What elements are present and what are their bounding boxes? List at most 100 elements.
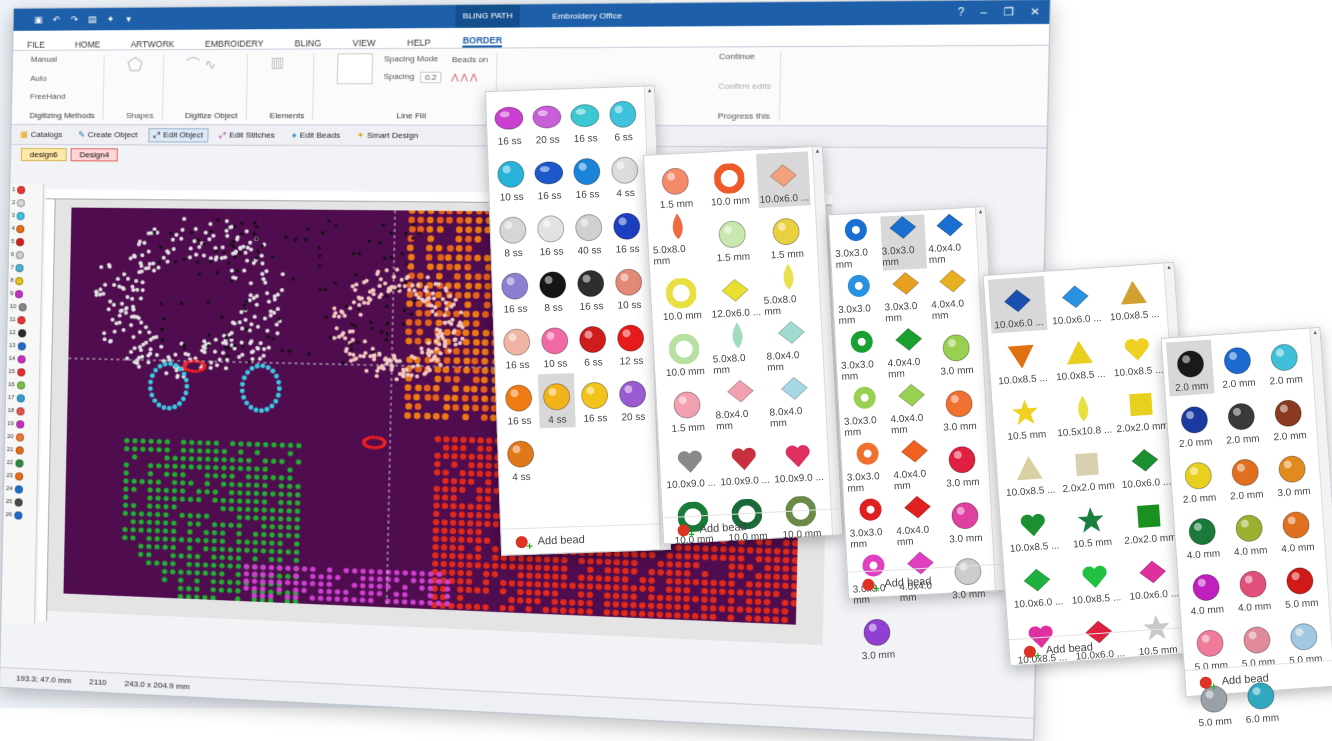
- beads-on-options[interactable]: ⋀ ⋀ ⋀: [451, 73, 487, 82]
- palette-item[interactable]: 9: [8, 287, 41, 301]
- bead-item[interactable]: 10.0x6.0 ...: [756, 151, 811, 208]
- palette-item[interactable]: 23: [4, 469, 37, 483]
- bead-item[interactable]: 3.0x3.0 mm: [879, 214, 928, 271]
- bead-item[interactable]: 10.0x8.5 ...: [1065, 551, 1125, 609]
- bead-item[interactable]: 4.0 mm: [1272, 500, 1321, 557]
- bead-item[interactable]: 4.0x4.0 mm: [892, 438, 939, 494]
- bead-item[interactable]: 3.0x3.0 mm: [845, 440, 892, 496]
- tab-help[interactable]: HELP: [407, 37, 431, 47]
- spacing-input[interactable]: 0.2: [420, 71, 441, 84]
- bead-item[interactable]: 10.0x9.0 ...: [771, 431, 826, 488]
- create-object-button[interactable]: ✎ Create Object: [73, 128, 143, 141]
- curve-icon[interactable]: ⌒ ∿: [186, 54, 239, 75]
- palette-item[interactable]: 17: [6, 391, 39, 405]
- doc-tab-design4[interactable]: Design4: [70, 148, 119, 162]
- tab-embroidery[interactable]: EMBROIDERY: [205, 38, 264, 49]
- palette-item[interactable]: 3: [10, 209, 43, 222]
- palette-item[interactable]: 25: [4, 495, 37, 509]
- palette-item[interactable]: 12: [7, 326, 40, 340]
- bead-item[interactable]: 3.0x3.0 mm: [883, 270, 930, 326]
- palette-item[interactable]: 5: [9, 235, 42, 248]
- minimize-icon[interactable]: –: [980, 6, 987, 18]
- continue-checkbox[interactable]: Continue: [719, 51, 772, 62]
- bead-item[interactable]: 10.5 mm: [1061, 495, 1121, 553]
- manual-button[interactable]: Manual: [31, 55, 96, 64]
- bead-item[interactable]: 3.0 mm: [854, 608, 901, 664]
- bead-item[interactable]: 10 ss: [492, 151, 530, 206]
- save-icon[interactable]: ▣: [33, 15, 43, 25]
- palette-item[interactable]: 21: [5, 443, 38, 457]
- bead-item[interactable]: 3.0x3.0 mm: [848, 496, 895, 552]
- bead-item[interactable]: 10.0x8.5 ...: [1004, 499, 1064, 557]
- bead-item[interactable]: 16 ss: [566, 92, 604, 147]
- bead-item[interactable]: 4.0x4.0 mm: [929, 268, 976, 324]
- edit-object-button[interactable]: ⤢ Edit Object: [148, 127, 209, 143]
- auto-button[interactable]: Auto: [30, 73, 95, 82]
- bead-item[interactable]: 5.0x8.0 mm: [762, 263, 817, 320]
- bead-item[interactable]: 16 ss: [608, 203, 646, 258]
- bead-item[interactable]: 10.0x6.0 ...: [1115, 435, 1175, 493]
- folder-icon[interactable]: ▤: [87, 14, 97, 24]
- confirm-edits-button[interactable]: Confirm edits: [718, 81, 771, 91]
- bead-item[interactable]: 5.0 mm: [1276, 556, 1325, 613]
- palette-item[interactable]: 14: [7, 352, 40, 366]
- bead-item[interactable]: 10.0x8.5 ...: [992, 332, 1052, 390]
- bead-item[interactable]: 2.0 mm: [1213, 336, 1262, 393]
- undo-icon[interactable]: ↶: [51, 14, 61, 24]
- tab-view[interactable]: VIEW: [352, 38, 375, 48]
- bead-item[interactable]: 2.0 mm: [1170, 395, 1219, 452]
- bead-item[interactable]: 10.0 mm: [657, 325, 712, 382]
- bead-item[interactable]: 4.0 mm: [1229, 560, 1278, 617]
- add-bead-button[interactable]: Add bead: [501, 522, 671, 555]
- bead-item[interactable]: 3.0x3.0 mm: [839, 329, 886, 385]
- bead-item[interactable]: 4 ss: [606, 147, 644, 202]
- bead-item[interactable]: 2.0 mm: [1264, 389, 1313, 446]
- palette-item[interactable]: 26: [3, 508, 36, 522]
- palette-item[interactable]: 16: [6, 378, 39, 392]
- wand-icon[interactable]: ✦: [105, 14, 115, 24]
- bead-item[interactable]: 40 ss: [570, 204, 608, 259]
- bead-item[interactable]: 20 ss: [614, 371, 652, 426]
- bead-item[interactable]: 3.0 mm: [938, 436, 985, 492]
- bead-item[interactable]: 16 ss: [498, 319, 536, 374]
- customize-icon[interactable]: ▾: [123, 14, 133, 24]
- palette-item[interactable]: 22: [4, 456, 37, 470]
- palette-item[interactable]: 2: [10, 196, 43, 209]
- bead-item[interactable]: 16 ss: [568, 148, 606, 203]
- bead-item[interactable]: 1.5 mm: [759, 207, 814, 264]
- bead-item[interactable]: 2.0x2.0 mm: [1057, 439, 1117, 497]
- bead-item[interactable]: 2.0 mm: [1174, 451, 1223, 508]
- bead-item[interactable]: 3.0 mm: [935, 380, 982, 436]
- bead-item[interactable]: 16 ss: [530, 149, 568, 204]
- doc-tab-design6[interactable]: design6: [20, 148, 67, 162]
- palette-item[interactable]: 8: [8, 274, 41, 288]
- palette-item[interactable]: 6: [9, 248, 42, 261]
- bead-item[interactable]: 4.0x4.0 mm: [895, 494, 942, 550]
- bead-item[interactable]: 5.0x8.0 mm: [651, 213, 706, 270]
- tab-home[interactable]: HOME: [75, 39, 101, 49]
- tab-bling[interactable]: BLING: [295, 38, 322, 48]
- bead-item[interactable]: 8.0x4.0 mm: [765, 319, 820, 376]
- palette-item[interactable]: 20: [5, 430, 38, 444]
- progress-button[interactable]: Progress this: [718, 111, 771, 121]
- bead-item[interactable]: 4 ss: [537, 373, 576, 429]
- redo-icon[interactable]: ↷: [69, 14, 79, 24]
- shapes-button[interactable]: Shapes: [126, 111, 154, 120]
- elements-icon[interactable]: ▥: [271, 54, 306, 72]
- bead-item[interactable]: 10.0x8.5 ...: [1050, 328, 1110, 386]
- bead-item[interactable]: 12 ss: [612, 315, 650, 370]
- bead-item[interactable]: 4.0x4.0 mm: [889, 382, 936, 438]
- bead-item[interactable]: 16 ss: [496, 263, 534, 318]
- bead-line-preview-icon[interactable]: [337, 53, 374, 85]
- close-icon[interactable]: ✕: [1030, 6, 1040, 18]
- bead-item[interactable]: 12.0x6.0 ...: [708, 266, 763, 323]
- bead-item[interactable]: 8 ss: [534, 261, 572, 316]
- bead-item[interactable]: 6 ss: [574, 316, 612, 371]
- bead-item[interactable]: 1.5 mm: [705, 210, 760, 267]
- help-icon[interactable]: ?: [958, 7, 965, 19]
- bead-item[interactable]: 4.0x4.0 mm: [926, 212, 973, 268]
- bead-item[interactable]: 3.0 mm: [1268, 445, 1317, 502]
- bead-item[interactable]: 1.5 mm: [648, 157, 703, 214]
- bead-item[interactable]: 8.0x4.0 mm: [768, 375, 823, 432]
- bead-item[interactable]: 5.0x8.0 mm: [711, 322, 766, 379]
